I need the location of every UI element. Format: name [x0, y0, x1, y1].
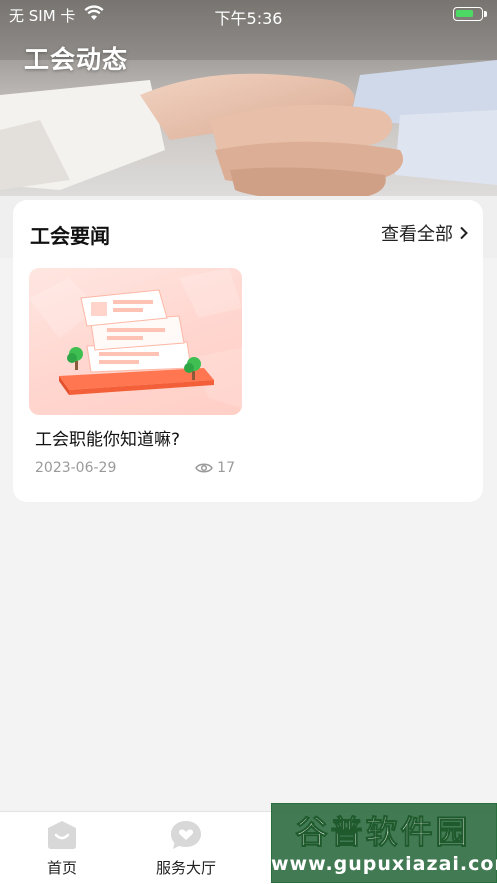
watermark-title: 谷普软件园: [295, 813, 471, 852]
news-item-view-count: 17: [217, 460, 235, 476]
news-list-item[interactable]: 工会职能你知道嘛? 2023-06-29 17: [29, 268, 242, 480]
tab-service-hall-label: 服务大厅: [155, 859, 216, 877]
battery-icon: [453, 7, 487, 21]
news-item-title: 工会职能你知道嘛?: [35, 430, 181, 450]
news-thumbnail: [29, 268, 242, 415]
eye-icon: [195, 463, 214, 473]
tab-home[interactable]: 首页: [12, 820, 112, 878]
news-card: 工会要闻 查看全部 工会职能你知道嘛? 2023-06-29 17: [13, 200, 483, 502]
view-all-link[interactable]: 查看全部: [381, 220, 469, 246]
tab-home-label: 首页: [46, 859, 77, 877]
news-section-header: 工会要闻 查看全部: [30, 220, 469, 248]
heart-chat-icon: [169, 820, 203, 850]
view-all-label: 查看全部: [381, 224, 453, 245]
chevron-right-icon: [460, 226, 468, 240]
status-bar: 无 SIM 卡 下午5:36: [0, 0, 497, 28]
news-item-views: 17: [195, 460, 235, 476]
home-icon: [45, 820, 79, 850]
news-illustration-icon: [29, 268, 242, 408]
clock-label: 下午5:36: [214, 9, 283, 28]
news-section-title: 工会要闻: [30, 224, 110, 248]
page-title: 工会动态: [24, 45, 129, 74]
site-watermark: 谷普软件园 www.gupuxiazai.com: [271, 803, 497, 883]
tab-service-hall[interactable]: 服务大厅: [136, 820, 236, 878]
news-item-date: 2023-06-29: [35, 460, 117, 476]
battery-level: [456, 10, 473, 17]
watermark-url: www.gupuxiazai.com: [271, 853, 497, 875]
news-item-meta: 2023-06-29 17: [35, 460, 235, 480]
